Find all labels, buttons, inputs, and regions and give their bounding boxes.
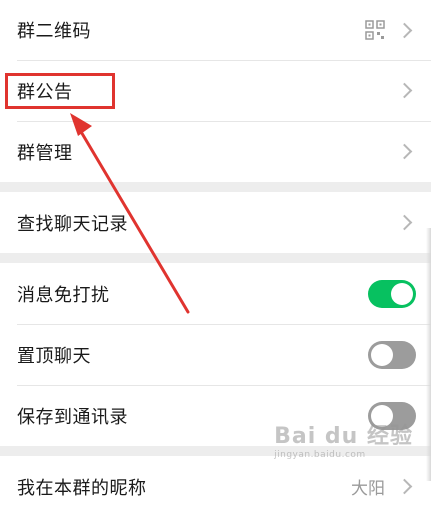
nickname-value: 大阳 [351,479,385,499]
section-divider [0,253,431,263]
toggle-knob [391,282,413,305]
scroll-shadow [426,228,431,481]
pin-row: 置顶聊天 [0,324,431,385]
chevron-right-icon [396,214,413,231]
qrcode-icon [365,20,385,40]
pin-label: 置顶聊天 [17,345,91,367]
nickname-label: 我在本群的昵称 [17,477,147,499]
pin-toggle[interactable] [368,340,416,369]
group-manage-label: 群管理 [17,142,73,164]
watermark-sub: jingyan.baidu.com [274,450,366,460]
search-history-row[interactable]: 查找聊天记录 [0,192,431,253]
qrcode-label: 群二维码 [17,21,91,42]
mute-row: 消息免打扰 [0,263,431,324]
section-divider [0,182,431,192]
mute-toggle[interactable] [368,279,416,308]
chevron-right-icon [396,478,413,495]
qrcode-row[interactable]: 群二维码 [0,0,431,60]
chevron-right-icon [396,82,413,99]
nickname-section: 我在本群的昵称 大阳 [0,456,431,517]
group-manage-row[interactable]: 群管理 [0,121,431,182]
chevron-right-icon [396,143,413,160]
baidu-watermark: Bai du 经验 jingyan.baidu.com [274,418,413,460]
search-section: 查找聊天记录 [0,192,431,253]
nickname-row[interactable]: 我在本群的昵称 大阳 [0,456,431,517]
highlight-box [5,73,115,109]
mute-label: 消息免打扰 [17,284,110,306]
watermark-main: Bai du 经验 [274,424,413,449]
toggle-knob [371,343,393,366]
chevron-right-icon [396,22,413,38]
search-history-label: 查找聊天记录 [17,213,128,235]
